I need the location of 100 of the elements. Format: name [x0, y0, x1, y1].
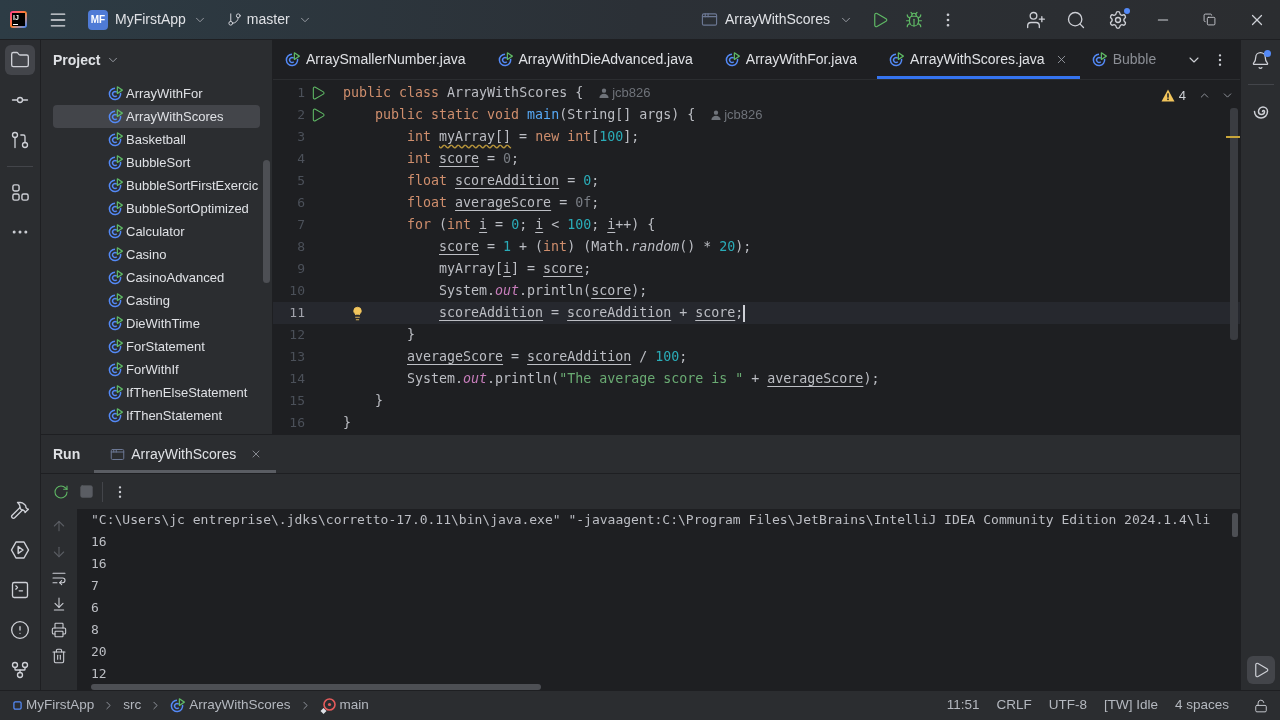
class-icon [108, 339, 123, 354]
code-line: public static void main(String[] args) { [375, 106, 696, 125]
tree-item[interactable]: Calculator [53, 220, 260, 243]
status-item[interactable]: 11:51 [946, 695, 980, 716]
code-line: } [375, 392, 383, 411]
trash-icon[interactable] [51, 648, 67, 664]
breadcrumb[interactable]: main [319, 695, 369, 716]
class-icon [108, 109, 123, 124]
editor-tab[interactable]: Bubble [1079, 40, 1167, 79]
warning-count: 4 [1178, 87, 1186, 105]
scrollbar-thumb[interactable] [263, 160, 270, 283]
panel-title: Project [53, 50, 101, 70]
run-config-selector[interactable]: ArrayWithScores [696, 5, 857, 34]
class-icon [1091, 52, 1107, 67]
editor-tab[interactable]: ArrayWithFor.java [712, 40, 878, 79]
wrap-text-icon[interactable] [51, 570, 67, 586]
restore-icon[interactable] [1203, 13, 1216, 26]
breadcrumb[interactable]: MyFirstApp [13, 695, 95, 716]
class-icon [108, 408, 123, 423]
warning-icon [1160, 89, 1175, 103]
console-line: 6 [91, 599, 99, 618]
play-icon[interactable] [871, 10, 889, 29]
breadcrumb[interactable]: src [123, 695, 142, 716]
tree-item[interactable]: IfThenElseStatement [53, 381, 260, 404]
tree-item[interactable]: BubbleSortOptimized [53, 197, 260, 220]
class-icon [108, 385, 123, 400]
spiral-icon[interactable] [1251, 103, 1270, 119]
run-tool-button[interactable] [1246, 656, 1275, 684]
fork-icon[interactable] [10, 660, 30, 680]
play-icon[interactable] [310, 107, 326, 123]
pull-request-icon[interactable] [10, 130, 30, 150]
code-line: float averageScore = 0f; [407, 194, 600, 213]
class-icon [108, 362, 123, 377]
tree-item[interactable]: Casting [53, 289, 260, 312]
bug-icon[interactable] [905, 10, 923, 29]
add-user-icon[interactable] [1026, 9, 1046, 30]
lock-icon[interactable] [1254, 698, 1268, 713]
reload-icon[interactable] [53, 483, 69, 500]
tree-item[interactable]: ArrayWithFor [53, 82, 260, 105]
author-hint: jcb826 [724, 106, 763, 125]
tree-item[interactable]: DieWithTime [53, 312, 260, 335]
console-line: "C:\Users\jc entreprise\.jdks\corretto-17.0.11\bin\java.exe" "-javaagent:C:\Program Files\JetBrains\IntelliJ IDEA Community Edition 2024.1.4\li [91, 511, 1211, 530]
status-item[interactable]: 4 spaces [1174, 695, 1229, 716]
class-icon [108, 201, 123, 216]
tree-item[interactable]: Casino [53, 243, 260, 266]
search-icon[interactable] [1066, 9, 1086, 30]
scrollbar-thumb[interactable] [1232, 513, 1238, 537]
tree-item[interactable]: Basketball [53, 128, 260, 151]
class-icon [497, 52, 513, 67]
project-selector[interactable]: MF MyFirstApp [86, 5, 209, 34]
code-line: System.out.println("The average score is " + averageScore); [407, 370, 880, 389]
editor-tab[interactable]: ArrayWithDieAdvanced.java [485, 40, 713, 79]
arrow-down-to-line-icon[interactable] [51, 596, 67, 612]
code-line: score = 1 + (int) (Math.random() * 20); [439, 238, 752, 257]
status-item[interactable]: [TW] Idle [1103, 695, 1158, 716]
code-line: } [407, 326, 415, 345]
class-icon [108, 155, 123, 170]
editor-tab[interactable]: ArraySmallerNumber.java [273, 40, 486, 79]
code-line: float scoreAddition = 0; [407, 172, 600, 191]
class-icon [724, 52, 740, 67]
tree-item[interactable]: BubbleSort [53, 151, 260, 174]
tree-item[interactable]: CasinoAdvanced [53, 266, 260, 289]
code-line: myArray[i] = score; [439, 260, 592, 279]
status-item[interactable]: CRLF [996, 695, 1032, 716]
tree-item[interactable]: IfThenStatement [53, 404, 260, 427]
printer-icon[interactable] [51, 622, 67, 638]
status-item[interactable]: UTF-8 [1048, 695, 1087, 716]
hexagon-play-icon[interactable] [10, 540, 30, 560]
branch-selector[interactable]: master [224, 5, 314, 34]
class-icon [170, 698, 186, 713]
alert-icon[interactable] [10, 620, 30, 640]
code-line: } [343, 414, 351, 433]
class-icon [108, 132, 123, 147]
class-icon [108, 270, 123, 285]
tree-item[interactable]: ArrayWithScores [53, 105, 260, 128]
blocks-icon[interactable] [10, 182, 30, 202]
breadcrumb[interactable]: ArrayWithScores [170, 695, 291, 716]
terminal-icon[interactable] [10, 580, 30, 600]
console-line: 12 [91, 665, 107, 684]
square-icon [13, 701, 22, 710]
class-icon [108, 247, 123, 262]
lightbulb-icon[interactable] [350, 306, 365, 322]
tree-item[interactable]: BubbleSortFirstExercic [53, 174, 260, 197]
scrollbar-thumb[interactable] [1230, 108, 1238, 340]
scrollbar-thumb[interactable] [91, 684, 541, 690]
project-tool-button[interactable] [5, 45, 35, 75]
tree-item[interactable]: ForStatement [53, 335, 260, 358]
settings-icon[interactable] [1107, 9, 1128, 30]
console-line: 7 [91, 577, 99, 596]
class-icon [285, 52, 300, 67]
tree-item[interactable]: ForWithIf [53, 358, 260, 381]
editor-tab[interactable]: ArrayWithScores.java [877, 40, 1080, 79]
code-line: System.out.println(score); [439, 282, 648, 301]
bell-icon[interactable] [1251, 51, 1270, 70]
play-icon[interactable] [310, 85, 326, 101]
console-line: 16 [91, 533, 107, 552]
window-icon [110, 446, 126, 462]
warning-stripe [1226, 136, 1240, 138]
class-icon [108, 224, 123, 239]
hammer-icon[interactable] [10, 500, 30, 520]
